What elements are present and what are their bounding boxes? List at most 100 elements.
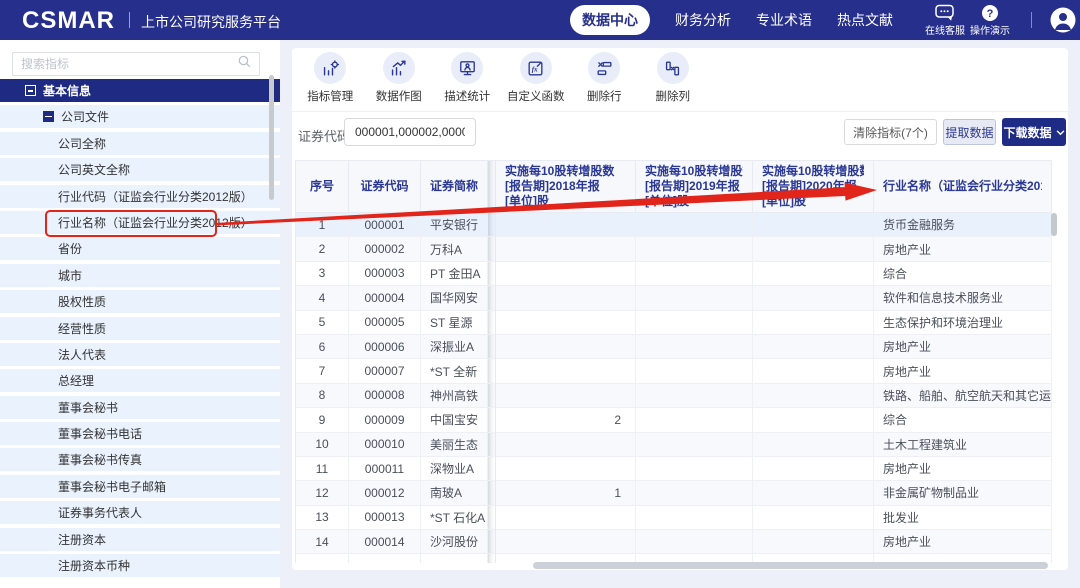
sidebar-scrollbar-thumb[interactable] — [269, 75, 274, 200]
search-input[interactable] — [21, 57, 238, 71]
nav-item-1[interactable]: 财务分析 — [675, 10, 731, 30]
search-icon — [238, 55, 251, 73]
extract-data-button[interactable]: 提取数据 — [943, 119, 996, 145]
cell: PT 金田A — [421, 262, 488, 286]
tree-item-16[interactable]: 证券事务代表人 — [0, 501, 280, 524]
svg-text:?: ? — [987, 8, 994, 20]
table-row: 11000011深物业A房地产业 — [296, 457, 1052, 481]
tool-delete-row[interactable]: 删除行 — [570, 50, 639, 110]
cell: 房地产业 — [874, 359, 1052, 383]
cell — [753, 384, 874, 408]
cell — [496, 384, 636, 408]
tree-item-11[interactable]: 总经理 — [0, 369, 280, 392]
nav-item-0[interactable]: 数据中心 — [570, 5, 650, 35]
tree-item-10[interactable]: 法人代表 — [0, 343, 280, 366]
fixed-column-divider — [488, 481, 496, 505]
tree-item-3[interactable]: 公司英文全称 — [0, 158, 280, 181]
cell: 深物业A — [421, 457, 488, 481]
table-row: 8000008神州高铁铁路、船舶、航空航天和其它运输设备... — [296, 384, 1052, 408]
cell — [496, 433, 636, 457]
cell: 货币金融服务 — [874, 213, 1052, 237]
tree-item-14[interactable]: 董事会秘书传真 — [0, 448, 280, 471]
cell — [296, 554, 349, 563]
tree-item-label: 注册资本币种 — [58, 557, 130, 574]
cell — [636, 335, 753, 359]
cell: 5 — [296, 311, 349, 335]
clear-indicators-button[interactable]: 清除指标(7个) — [844, 119, 937, 145]
cell: 沙河股份 — [421, 530, 488, 554]
cell: 7 — [296, 359, 349, 383]
tool-delete-column[interactable]: 删除列 — [639, 50, 708, 110]
tree-item-label: 总经理 — [58, 372, 94, 389]
tool-custom-function[interactable]: fx自定义函数 — [502, 50, 571, 110]
tree-item-label: 董事会秘书电子邮箱 — [58, 478, 166, 495]
table-row: 6000006深振业A房地产业 — [296, 335, 1052, 359]
fixed-column-divider — [488, 359, 496, 383]
cell: 1 — [496, 481, 636, 505]
collapse-icon[interactable] — [25, 85, 36, 96]
cell — [349, 554, 421, 563]
collapse-icon[interactable] — [43, 111, 54, 122]
tree-item-9[interactable]: 经营性质 — [0, 317, 280, 340]
tool-label: 删除行 — [570, 88, 639, 104]
cell — [753, 433, 874, 457]
nav-item-3[interactable]: 热点文献 — [837, 10, 893, 30]
table-row: 7000007*ST 全新房地产业 — [296, 359, 1052, 383]
data-chart-icon — [383, 52, 415, 84]
cell — [496, 286, 636, 310]
online-service-button[interactable]: 在线客服 — [922, 4, 968, 37]
tree-item-18[interactable]: 注册资本币种 — [0, 554, 280, 577]
table-header-row: 序号证券代码证券简称实施每10股转增股数[报告期]2018年报[单位]股实施每1… — [296, 161, 1052, 213]
tool-indicator-manage[interactable]: 指标管理 — [296, 50, 365, 110]
tree-item-0[interactable]: 基本信息 — [0, 79, 280, 102]
cell — [753, 262, 874, 286]
demo-button[interactable]: ? 操作演示 — [967, 4, 1013, 37]
tree-item-1[interactable]: 公司文件 — [0, 105, 280, 128]
cell: 000006 — [349, 335, 421, 359]
download-data-button[interactable]: 下载数据 — [1002, 118, 1066, 146]
csmar-logo[interactable]: CSMAR — [22, 7, 115, 35]
table-vertical-scrollbar-thumb[interactable] — [1051, 213, 1057, 236]
indicator-search-box[interactable] — [12, 52, 260, 76]
cell: 综合 — [874, 408, 1052, 432]
tree-item-6[interactable]: 省份 — [0, 237, 280, 260]
tree-item-15[interactable]: 董事会秘书电子邮箱 — [0, 475, 280, 498]
tree-item-label: 基本信息 — [43, 82, 91, 99]
tree-item-13[interactable]: 董事会秘书电话 — [0, 422, 280, 445]
nav-item-2[interactable]: 专业术语 — [756, 10, 812, 30]
tree-item-label: 行业代码（证监会行业分类2012版） — [58, 188, 253, 205]
table-row: 1000001平安银行货币金融服务 — [296, 213, 1052, 237]
tree-item-label: 公司全称 — [58, 135, 106, 152]
cell: 2 — [296, 237, 349, 261]
column-header-6: 行业名称（证监会行业分类2012版） — [874, 161, 1052, 213]
cell — [496, 506, 636, 530]
cell: 批发业 — [874, 506, 1052, 530]
cell — [421, 554, 488, 563]
tree-item-label: 行业名称（证监会行业分类2012版） — [58, 214, 253, 231]
tree-item-2[interactable]: 公司全称 — [0, 132, 280, 155]
security-code-input[interactable] — [344, 118, 476, 146]
tree-item-12[interactable]: 董事会秘书 — [0, 396, 280, 419]
cell — [636, 408, 753, 432]
toolbar-divider — [292, 111, 1068, 112]
demo-label: 操作演示 — [967, 22, 1013, 37]
cell: 000012 — [349, 481, 421, 505]
tree-item-4[interactable]: 行业代码（证监会行业分类2012版） — [0, 185, 280, 208]
tree-item-label: 证券事务代表人 — [58, 504, 142, 521]
cell — [753, 530, 874, 554]
tool-label: 数据作图 — [365, 88, 434, 104]
tool-data-chart[interactable]: 数据作图 — [365, 50, 434, 110]
tree-item-17[interactable]: 注册资本 — [0, 528, 280, 551]
cell — [753, 213, 874, 237]
tree-item-8[interactable]: 股权性质 — [0, 290, 280, 313]
table-row: 12000012南玻A1非金属矿物制品业 — [296, 481, 1052, 505]
cell: 中国宝安 — [421, 408, 488, 432]
tool-descriptive-stats[interactable]: 描述统计 — [433, 50, 502, 110]
topbar-divider — [1031, 12, 1032, 28]
user-avatar[interactable] — [1050, 7, 1076, 33]
tree-item-7[interactable]: 城市 — [0, 264, 280, 287]
cell — [496, 237, 636, 261]
tree-item-5[interactable]: 行业名称（证监会行业分类2012版） — [0, 211, 280, 234]
cell: 000005 — [349, 311, 421, 335]
table-horizontal-scrollbar-thumb[interactable] — [533, 562, 1048, 569]
